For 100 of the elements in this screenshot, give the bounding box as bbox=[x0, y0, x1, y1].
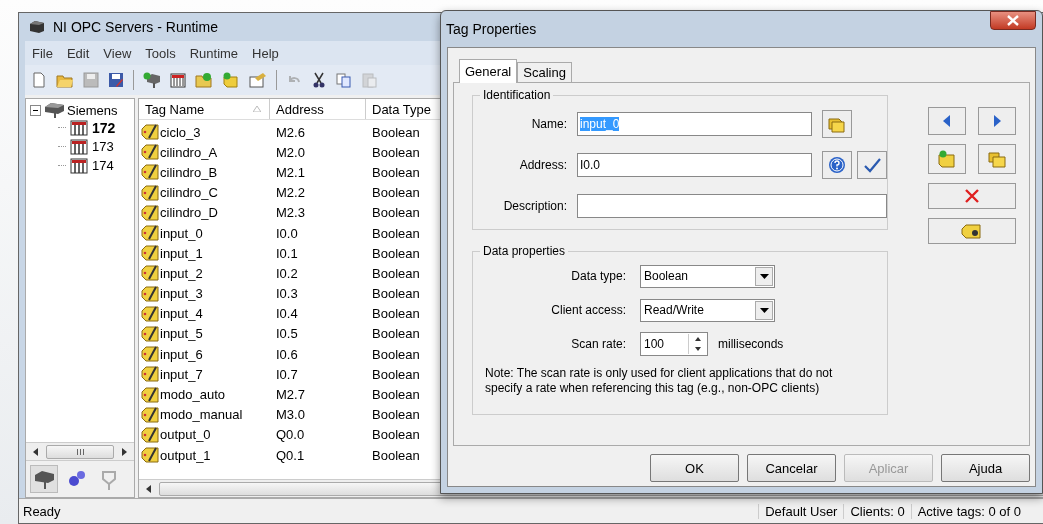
table-cell-text: Boolean bbox=[371, 427, 421, 443]
tree-item[interactable]: 173 bbox=[92, 139, 114, 154]
table-cell-text: Boolean bbox=[371, 346, 421, 362]
table-cell: input_5 bbox=[160, 326, 203, 342]
tag-add-icon bbox=[937, 150, 957, 168]
table-cell-text: Boolean bbox=[371, 366, 421, 382]
scan-rate-field[interactable]: 100 bbox=[640, 332, 708, 356]
field-label: Address: bbox=[518, 158, 567, 172]
previous-button[interactable] bbox=[928, 107, 966, 135]
table-cell-text: Boolean bbox=[371, 144, 421, 160]
scroll-left-icon[interactable] bbox=[145, 484, 153, 493]
properties-icon[interactable] bbox=[249, 72, 267, 88]
table-cell-text: I0.0 bbox=[275, 225, 299, 241]
table-cell: input_0 bbox=[160, 225, 203, 241]
horizontal-scrollbar[interactable] bbox=[26, 442, 134, 460]
spin-up-icon[interactable] bbox=[695, 337, 701, 341]
scroll-left-icon[interactable] bbox=[32, 447, 40, 456]
dropdown-arrow-icon bbox=[759, 307, 769, 313]
tag-icon bbox=[141, 405, 159, 424]
right-arrow-icon bbox=[993, 115, 1001, 127]
table-cell-text: M2.1 bbox=[275, 164, 306, 180]
tab[interactable]: Scaling bbox=[517, 62, 572, 82]
dialog-button[interactable]: Ajuda bbox=[941, 454, 1030, 482]
client-access-dropdown[interactable]: Read/Write bbox=[640, 298, 775, 322]
spin-down-icon[interactable] bbox=[695, 347, 701, 351]
table-cell-text: M2.0 bbox=[275, 144, 306, 160]
table-cell-text: I0.7 bbox=[275, 366, 299, 382]
table-cell: modo_auto bbox=[160, 387, 226, 403]
dialog-button[interactable]: Cancelar bbox=[747, 454, 836, 482]
menu-item[interactable]: Tools bbox=[138, 45, 183, 61]
table-cell-text: M2.7 bbox=[275, 387, 306, 403]
close-button[interactable] bbox=[990, 11, 1036, 30]
table-cell-text: M2.2 bbox=[275, 185, 306, 201]
help-button[interactable] bbox=[822, 151, 852, 179]
group-title: Data properties bbox=[480, 244, 569, 258]
tag-icon bbox=[141, 324, 159, 343]
tree-item[interactable]: 172 bbox=[92, 119, 116, 136]
table-cell: cilindro_A bbox=[160, 144, 218, 160]
device-icon bbox=[70, 119, 88, 136]
menu-item[interactable]: Runtime bbox=[182, 45, 246, 61]
column-header[interactable]: Address bbox=[270, 99, 366, 119]
delete-button[interactable] bbox=[928, 183, 1016, 209]
menu-item[interactable]: Edit bbox=[59, 45, 97, 61]
column-header[interactable]: Tag Name bbox=[139, 99, 270, 119]
folder-add-icon[interactable] bbox=[195, 72, 213, 88]
status-user: Default User bbox=[758, 503, 844, 519]
table-cell-text: Boolean bbox=[371, 265, 421, 281]
tag-icon bbox=[141, 385, 159, 404]
tab[interactable]: General bbox=[459, 59, 518, 83]
next-button[interactable] bbox=[978, 107, 1016, 135]
table-cell: ciclo_3 bbox=[160, 124, 201, 140]
description-field[interactable] bbox=[577, 194, 887, 218]
table-cell-text: M3.0 bbox=[275, 407, 306, 423]
dialog-button[interactable]: OK bbox=[650, 454, 739, 482]
check-button[interactable] bbox=[857, 151, 887, 179]
server-add-icon[interactable] bbox=[143, 72, 161, 88]
table-cell-text: Boolean bbox=[371, 407, 421, 423]
tags-icon bbox=[987, 150, 1007, 168]
table-cell-text: Boolean bbox=[371, 205, 421, 221]
table-cell: input_6 bbox=[160, 346, 203, 362]
save-as-icon[interactable] bbox=[108, 72, 124, 88]
table-cell-text: M2.3 bbox=[275, 205, 306, 221]
table-cell-text: Q0.1 bbox=[275, 447, 306, 463]
table-cell-text: Q0.0 bbox=[275, 427, 306, 443]
tag-icon bbox=[141, 123, 159, 142]
sort-icon bbox=[253, 106, 261, 112]
collapse-toggle[interactable] bbox=[30, 104, 41, 116]
new-file-icon[interactable] bbox=[31, 72, 47, 88]
status-clients: Clients: 0 bbox=[843, 503, 911, 519]
left-arrow-icon bbox=[943, 115, 951, 127]
tag-add-icon[interactable] bbox=[222, 72, 240, 88]
data-type-dropdown[interactable]: Boolean bbox=[640, 264, 775, 288]
cut-icon[interactable] bbox=[311, 72, 327, 88]
menu-item[interactable]: View bbox=[96, 45, 139, 61]
table-cell: input_2 bbox=[160, 265, 203, 281]
field-label: Data type: bbox=[570, 269, 626, 283]
device-add-icon[interactable] bbox=[170, 72, 186, 88]
table-cell-text: Boolean bbox=[371, 306, 421, 322]
device-icon bbox=[70, 157, 88, 174]
tag-icon bbox=[141, 304, 159, 323]
address-field[interactable]: I0.0 bbox=[577, 153, 812, 177]
scroll-right-icon[interactable] bbox=[120, 447, 128, 456]
menu-item[interactable]: File bbox=[25, 45, 60, 61]
status-text: Ready bbox=[23, 503, 62, 519]
tree-item[interactable]: Siemens bbox=[67, 102, 118, 118]
server-icon bbox=[43, 102, 65, 118]
copy-icon[interactable] bbox=[336, 72, 352, 88]
table-cell-text: I0.6 bbox=[275, 346, 299, 362]
new-tag-button[interactable] bbox=[928, 144, 966, 174]
menu-item[interactable]: Help bbox=[245, 45, 286, 61]
table-cell-text: Boolean bbox=[371, 225, 421, 241]
table-cell: cilindro_B bbox=[160, 164, 218, 180]
group-title: Identification bbox=[480, 88, 554, 102]
note-text: Note: The scan rate is only used for client applications that do not specify a rate when referencing this tag (e.g., non-OPC clients) bbox=[485, 366, 834, 396]
tree-item[interactable]: 174 bbox=[92, 158, 114, 173]
server-icon[interactable] bbox=[30, 465, 58, 493]
table-cell-text: M2.6 bbox=[275, 124, 306, 140]
tag-icon bbox=[141, 224, 159, 243]
table-cell: input_4 bbox=[160, 306, 203, 322]
tag-icon bbox=[141, 203, 159, 222]
